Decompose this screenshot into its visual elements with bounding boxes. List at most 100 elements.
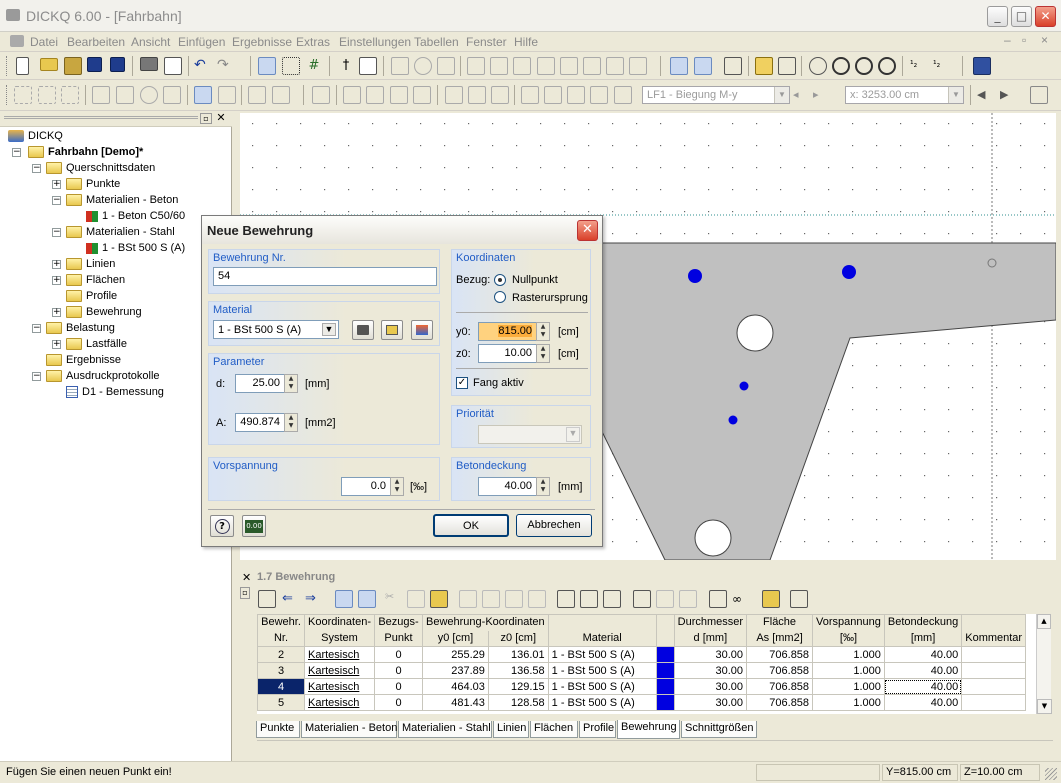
show-lines-icon[interactable]: [38, 86, 56, 104]
diameter-spinner[interactable]: ▲ ▼: [284, 374, 298, 393]
column-header-6[interactable]: [655, 630, 675, 647]
column-header-7[interactable]: d [mm]: [673, 630, 748, 647]
collapse-icon[interactable]: −: [32, 372, 41, 381]
previous-section-icon[interactable]: ◀: [977, 86, 995, 104]
sort-icon[interactable]: [656, 590, 674, 608]
tab-profile[interactable]: Profile: [579, 721, 616, 738]
table-cell[interactable]: [655, 646, 675, 663]
cut-icon[interactable]: ✂: [385, 590, 403, 608]
result-up-icon[interactable]: [521, 86, 539, 104]
table-cell[interactable]: 0: [374, 646, 423, 663]
z0-input[interactable]: 10.00: [478, 344, 537, 363]
toolbar-grip[interactable]: [6, 56, 9, 76]
show-dimensions-icon[interactable]: [116, 86, 134, 104]
rebar[interactable]: [688, 269, 702, 283]
scroll-up-icon[interactable]: ▲: [1037, 614, 1051, 629]
mdi-restore-icon[interactable]: ▫: [1022, 33, 1026, 47]
save-icon[interactable]: [87, 57, 102, 72]
menu-fenster[interactable]: Fenster: [466, 35, 507, 49]
expand-icon[interactable]: +: [52, 180, 61, 189]
table-cell[interactable]: 706.858: [746, 646, 814, 663]
window-cascade-icon[interactable]: [973, 57, 991, 75]
section-icon[interactable]: [491, 86, 509, 104]
table-cell[interactable]: 706.858: [746, 662, 814, 679]
table-cell[interactable]: 1 - BSt 500 S (A): [547, 662, 657, 679]
show-numbering-icon[interactable]: [194, 86, 212, 104]
insert-point-icon[interactable]: †: [337, 57, 355, 75]
save-all-icon[interactable]: [110, 57, 125, 72]
table-cell[interactable]: Kartesisch: [304, 662, 375, 679]
binoculars-icon[interactable]: ∞: [732, 590, 750, 608]
table-cell[interactable]: 40.00: [883, 662, 963, 679]
next-loadcase-icon[interactable]: ▸: [813, 86, 825, 104]
table-cell[interactable]: [961, 694, 1027, 711]
collapse-icon[interactable]: −: [52, 228, 61, 237]
move-tool-icon[interactable]: [437, 57, 455, 75]
menu-hilfe[interactable]: Hilfe: [514, 35, 538, 49]
filter-down-icon[interactable]: [358, 590, 376, 608]
open-folder-icon[interactable]: [40, 58, 58, 71]
column-header-5[interactable]: Material: [547, 630, 657, 647]
rebar-number-input[interactable]: 54: [213, 267, 437, 286]
resize-grip[interactable]: [1045, 768, 1057, 780]
copy-icon[interactable]: [407, 590, 425, 608]
tree-flaechen[interactable]: Flächen: [66, 272, 125, 288]
select-all-icon[interactable]: [505, 590, 523, 608]
show-profiles-icon[interactable]: [92, 86, 110, 104]
navigator-grip[interactable]: [4, 116, 198, 119]
table-cell[interactable]: 5: [257, 694, 305, 711]
zoom-all-icon[interactable]: [809, 57, 827, 75]
table-print-icon[interactable]: [790, 590, 808, 608]
next-table-icon[interactable]: ⇒: [305, 590, 323, 608]
expand-icon[interactable]: +: [52, 260, 61, 269]
menu-extras[interactable]: Extras: [296, 35, 330, 49]
table-cell[interactable]: 1.000: [812, 694, 885, 711]
dimension-tool-icon[interactable]: [312, 86, 330, 104]
show-labels-icon[interactable]: [272, 86, 290, 104]
table-cell[interactable]: 129.15: [487, 678, 549, 695]
close-button[interactable]: ✕: [1035, 6, 1056, 27]
navigator-pin-icon[interactable]: ▫: [200, 113, 212, 124]
scale-tool-icon[interactable]: [537, 57, 555, 75]
insert-row-icon[interactable]: [459, 590, 477, 608]
navigator-close-icon[interactable]: ✕: [215, 112, 227, 124]
column-header-4[interactable]: z0 [cm]: [487, 630, 549, 647]
image-export-icon[interactable]: [724, 57, 742, 75]
tree-root[interactable]: DICKQ: [8, 128, 63, 144]
offset-tool-icon[interactable]: [629, 57, 647, 75]
table-cell[interactable]: 40.00: [883, 678, 963, 695]
select-rectangle-icon[interactable]: [359, 57, 377, 75]
edit-icon[interactable]: [755, 57, 773, 75]
table-cell[interactable]: [961, 662, 1027, 679]
table-cell[interactable]: 2: [257, 646, 305, 663]
tree-lastfaelle[interactable]: Lastfälle: [66, 336, 127, 352]
panel-close-icon[interactable]: ✕: [242, 571, 251, 584]
table-cell[interactable]: 1.000: [812, 646, 885, 663]
table-cell[interactable]: 136.01: [487, 646, 549, 663]
previous-table-icon[interactable]: ⇐: [282, 590, 300, 608]
table-cell[interactable]: [655, 694, 675, 711]
tree-bewehrung[interactable]: Bewehrung: [66, 304, 142, 320]
table-scrollbar[interactable]: ▲ ▼: [1036, 614, 1052, 714]
table-cell[interactable]: 30.00: [673, 662, 748, 679]
table-row[interactable]: 3 Kartesisch 0 237.89 136.58 1 - BSt 500 S (A…: [257, 662, 1027, 679]
table-cell[interactable]: 1 - BSt 500 S (A): [547, 694, 657, 711]
divide-tool-icon[interactable]: [560, 57, 578, 75]
snap-grid-icon[interactable]: #: [305, 57, 323, 75]
column-header-8[interactable]: As [mm2]: [746, 630, 814, 647]
zoom-window-icon[interactable]: [878, 57, 896, 75]
dot-grid-icon[interactable]: [282, 57, 300, 75]
table-cell[interactable]: 706.858: [746, 694, 814, 711]
table-cell[interactable]: 1 - BSt 500 S (A): [547, 646, 657, 663]
stress-y-icon[interactable]: [366, 86, 384, 104]
table-cell[interactable]: Kartesisch: [304, 678, 375, 695]
tree-bst500[interactable]: 1 - BSt 500 S (A): [86, 240, 185, 256]
ok-button[interactable]: OK: [433, 514, 509, 537]
table-cell[interactable]: [655, 662, 675, 679]
material-library-button[interactable]: [352, 320, 374, 340]
minimize-button[interactable]: _: [987, 6, 1008, 27]
table-cell[interactable]: 4: [257, 678, 305, 695]
table-cell[interactable]: 1.000: [812, 662, 885, 679]
help-button[interactable]: ?: [210, 515, 234, 537]
radio-nullpunkt[interactable]: [494, 274, 506, 286]
